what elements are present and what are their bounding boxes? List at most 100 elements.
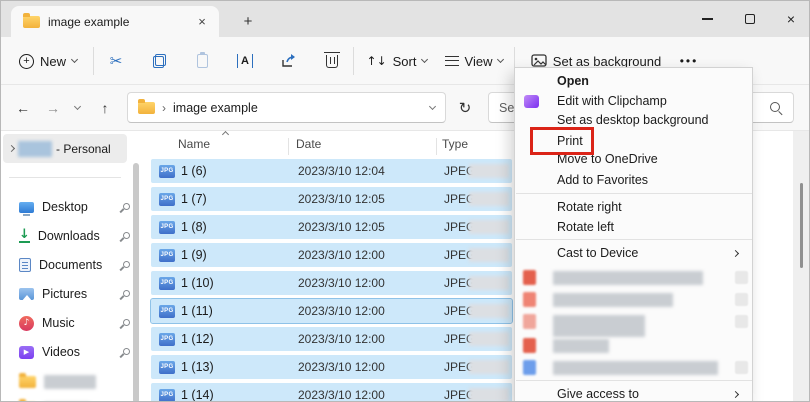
rename-icon: A	[237, 54, 253, 68]
context-menu: Open Edit with Clipchamp Set as desktop …	[514, 67, 753, 402]
sidebar-item-desktop[interactable]: Desktop	[19, 194, 131, 220]
menu-item-cast-to-device[interactable]: Cast to Device	[515, 243, 752, 263]
sort-button[interactable]: ↑↓ Sort	[359, 45, 435, 77]
menu-item-label: Edit with Clipchamp	[557, 94, 667, 108]
breadcrumb: image example	[173, 101, 423, 115]
new-tab-button[interactable]: +	[237, 10, 259, 32]
redacted-shortcut	[735, 271, 748, 284]
copy-icon	[153, 54, 166, 68]
menu-item-open[interactable]: Open	[515, 71, 752, 91]
list-scrollbar-thumb[interactable]	[800, 183, 803, 268]
menu-item-give-access-to[interactable]: Give access to	[515, 384, 752, 402]
trash-icon	[326, 55, 338, 68]
column-divider[interactable]	[288, 138, 289, 155]
file-name: 1 (6)	[181, 164, 207, 178]
up-button[interactable]: ↑	[91, 93, 119, 123]
copy-button[interactable]	[143, 45, 175, 77]
file-row[interactable]: JPG 1 (8) 2023/3/10 12:05 JPEG	[151, 215, 512, 239]
documents-icon	[19, 258, 31, 272]
address-bar[interactable]: › image example	[127, 92, 446, 123]
menu-item-redacted[interactable]	[515, 336, 752, 356]
menu-item-add-to-favorites[interactable]: Add to Favorites	[515, 170, 752, 190]
file-row[interactable]: JPG 1 (6) 2023/3/10 12:04 JPEG	[151, 159, 512, 183]
sidebar-item-pictures[interactable]: Pictures	[19, 281, 131, 307]
share-button[interactable]	[273, 45, 305, 77]
file-date: 2023/3/10 12:00	[298, 388, 385, 402]
column-header-type[interactable]: Type	[442, 137, 468, 151]
maximize-button[interactable]	[730, 1, 770, 37]
redacted-type-suffix	[469, 192, 509, 206]
menu-item-redacted[interactable]	[515, 290, 752, 310]
menu-item-label: Cast to Device	[557, 246, 638, 260]
new-label: New	[40, 54, 66, 69]
chevron-down-icon	[421, 56, 428, 63]
forward-button[interactable]: →	[39, 93, 67, 123]
menu-item-redacted[interactable]	[515, 268, 752, 288]
file-row[interactable]: JPG 1 (13) 2023/3/10 12:00 JPEG	[151, 355, 512, 379]
maximize-icon	[745, 14, 755, 24]
back-button[interactable]: ←	[9, 93, 37, 123]
redacted-type-suffix	[469, 360, 509, 374]
redacted-shortcut	[735, 315, 748, 328]
column-divider[interactable]	[436, 138, 437, 155]
file-row[interactable]: JPG 1 (10) 2023/3/10 12:00 JPEG	[151, 271, 512, 295]
explorer-tab[interactable]: image example ×	[11, 6, 219, 37]
tab-close-icon[interactable]: ×	[193, 13, 211, 31]
sidebar-item-downloads[interactable]: ↓ Downloads	[19, 223, 131, 249]
menu-item-edit-with-clipchamp[interactable]: Edit with Clipchamp	[515, 91, 752, 111]
minimize-button[interactable]	[687, 1, 727, 37]
menu-item-rotate-right[interactable]: Rotate right	[515, 197, 752, 217]
folder-icon	[23, 16, 40, 28]
sidebar-item-redacted[interactable]	[19, 395, 131, 402]
sidebar-scrollbar[interactable]	[133, 163, 139, 402]
rename-button[interactable]: A	[229, 45, 261, 77]
paste-button[interactable]	[186, 45, 218, 77]
redacted-shortcut	[735, 361, 748, 374]
chevron-down-icon[interactable]	[429, 102, 436, 109]
chevron-right-icon[interactable]	[8, 145, 15, 152]
jpg-file-icon: JPG	[159, 305, 175, 318]
jpg-file-icon: JPG	[159, 361, 175, 374]
sidebar-item-documents[interactable]: Documents	[19, 252, 131, 278]
pin-icon	[120, 260, 131, 271]
file-row[interactable]: JPG 1 (12) 2023/3/10 12:00 JPEG	[151, 327, 512, 351]
menu-divider	[516, 239, 753, 240]
close-button[interactable]: ×	[771, 1, 810, 37]
refresh-button[interactable]: ↻	[450, 93, 480, 123]
redacted-label	[553, 315, 645, 337]
pin-icon	[120, 347, 131, 358]
pin-icon	[120, 202, 131, 213]
sort-arrows-icon: ↑↓	[367, 54, 387, 68]
file-row[interactable]: JPG 1 (14) 2023/3/10 12:00 JPEG	[151, 383, 512, 402]
menu-item-rotate-left[interactable]: Rotate left	[515, 217, 752, 237]
plus-icon: +	[19, 54, 34, 69]
share-icon	[281, 54, 297, 68]
menu-item-redacted[interactable]	[515, 358, 752, 378]
delete-button[interactable]	[316, 45, 348, 77]
sidebar-item-music[interactable]: ♪ Music	[19, 310, 131, 336]
redacted-type-suffix	[469, 248, 509, 262]
file-date: 2023/3/10 12:00	[298, 360, 385, 374]
view-button[interactable]: View	[439, 45, 509, 77]
column-header-date[interactable]: Date	[296, 137, 321, 151]
recent-locations-button[interactable]	[67, 93, 87, 123]
redacted-type-suffix	[469, 220, 509, 234]
file-date: 2023/3/10 12:00	[298, 332, 385, 346]
sidebar-item-onedrive[interactable]: - Personal	[3, 134, 127, 163]
column-header-name[interactable]: Name	[178, 137, 210, 151]
pin-icon	[120, 289, 131, 300]
menu-item-redacted[interactable]	[515, 312, 752, 332]
file-name: 1 (8)	[181, 220, 207, 234]
sidebar-item-label: Videos	[42, 345, 112, 359]
menu-item-label: Give access to	[557, 387, 639, 401]
file-date: 2023/3/10 12:00	[298, 276, 385, 290]
file-row[interactable]: JPG 1 (11) 2023/3/10 12:00 JPEG	[151, 299, 512, 323]
cut-button[interactable]: ✂	[100, 45, 132, 77]
file-row[interactable]: JPG 1 (7) 2023/3/10 12:05 JPEG	[151, 187, 512, 211]
file-row[interactable]: JPG 1 (9) 2023/3/10 12:00 JPEG	[151, 243, 512, 267]
new-button[interactable]: + New	[13, 45, 83, 77]
redacted-label	[553, 339, 609, 353]
sidebar-item-redacted[interactable]	[19, 369, 131, 395]
file-name: 1 (13)	[181, 360, 214, 374]
sidebar-item-videos[interactable]: ▶ Videos	[19, 339, 131, 365]
